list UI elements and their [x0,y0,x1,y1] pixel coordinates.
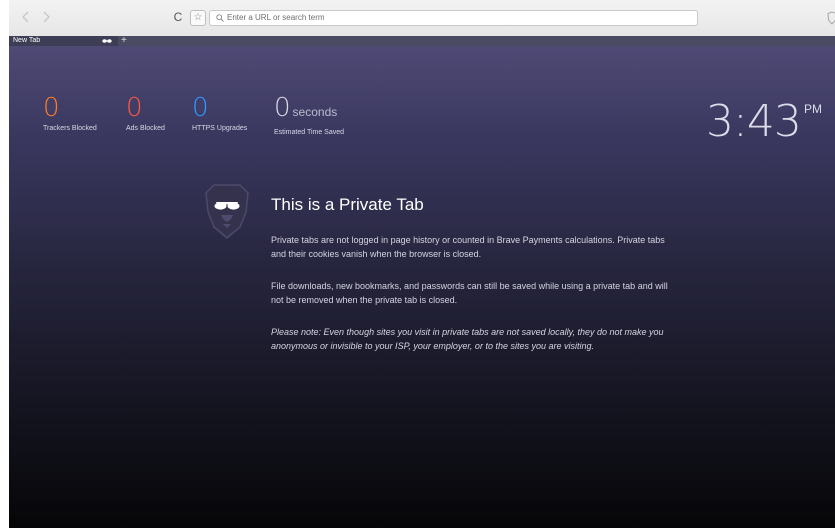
toolbar: C ☆ Enter a URL or search term [9,0,835,36]
bookmark-button[interactable]: ☆ [190,10,206,26]
stat-ads-blocked: 0 Ads Blocked [126,95,165,133]
time-saved-number: 0 [274,93,291,123]
trackers-blocked-label: Trackers Blocked [43,125,97,132]
private-info-paragraph: Private tabs are not logged in page hist… [271,235,665,259]
time-saved-unit: seconds [292,105,338,119]
browser-window: C ☆ Enter a URL or search term New Tab +… [9,0,835,528]
private-new-tab-page: 0 Trackers Blocked 0 Ads Blocked 0 HTTPS… [9,46,835,528]
shield-icon[interactable] [827,11,835,25]
private-note-paragraph: Please note: Even though sites you visit… [271,327,664,351]
reload-icon: C [173,10,183,24]
url-bar[interactable]: Enter a URL or search term [209,10,698,26]
back-button[interactable] [19,10,33,24]
private-lion-icon [205,184,249,239]
forward-button[interactable] [39,10,53,24]
private-mask-icon [102,39,112,43]
private-downloads-paragraph: File downloads, new bookmarks, and passw… [271,281,668,305]
stat-trackers-blocked: 0 Trackers Blocked [43,95,97,133]
tab-title: New Tab [13,37,41,44]
time-saved-label: Estimated Time Saved [274,129,345,136]
chevron-right-icon [43,11,50,23]
https-upgrades-label: HTTPS Upgrades [192,125,248,132]
stat-time-saved: 0 seconds Estimated Time Saved [274,95,344,137]
clock: 3:43 PM [706,100,822,144]
private-tab-title: This is a Private Tab [271,195,424,214]
tab-new-tab[interactable]: New Tab [9,36,118,46]
https-upgrades-count: 0 [192,93,209,123]
clock-ampm: PM [804,102,822,116]
new-tab-button[interactable]: + [121,35,127,46]
ads-blocked-count: 0 [126,93,143,123]
time-saved-value: 0 seconds [274,95,344,125]
reload-button[interactable]: C [171,10,185,24]
stat-https-upgrades: 0 HTTPS Upgrades [192,95,247,133]
search-icon [216,14,224,22]
ads-blocked-label: Ads Blocked [126,125,165,132]
chevron-left-icon [22,11,29,23]
tab-strip: New Tab + [9,35,835,46]
clock-time: 3:43 [706,96,802,147]
star-icon: ☆ [193,12,203,23]
url-input[interactable]: Enter a URL or search term [227,12,325,24]
trackers-blocked-count: 0 [43,93,60,123]
